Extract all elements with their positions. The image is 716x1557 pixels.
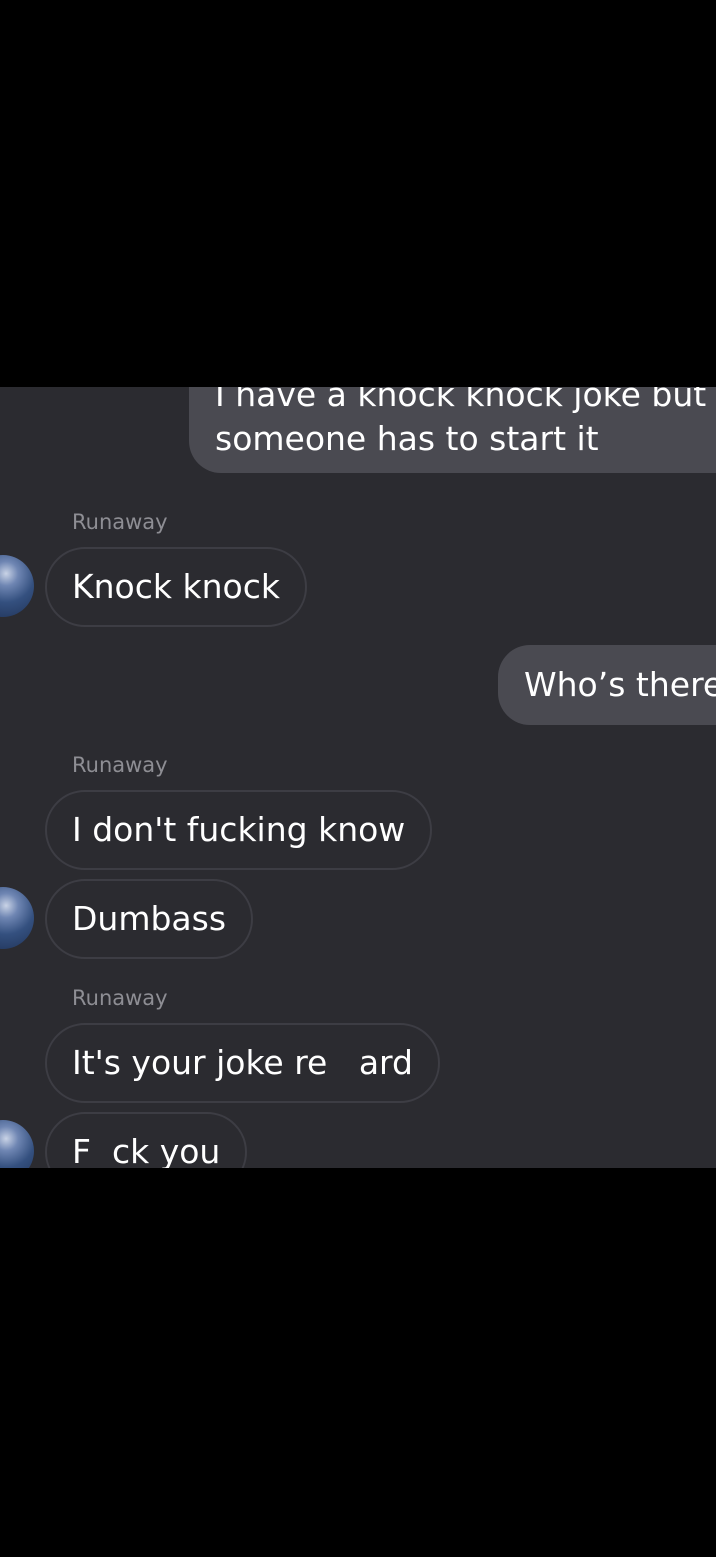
chat-thread[interactable]: I have a knock knock joke but someone ha… (0, 387, 716, 1168)
message-text: F ck you (72, 1132, 221, 1168)
message-text: Knock knock (72, 567, 280, 606)
avatar-planet-icon[interactable] (0, 555, 34, 617)
message-text: Dumbass (72, 899, 227, 938)
incoming-message[interactable]: It's your joke re ard (45, 1023, 440, 1103)
message-text: It's your joke re ard (72, 1043, 413, 1082)
outgoing-message[interactable]: I have a knock knock joke but someone ha… (189, 387, 716, 473)
message-text: I don't fucking know (72, 810, 406, 849)
incoming-message[interactable]: Dumbass (45, 879, 254, 959)
incoming-message[interactable]: Knock knock (45, 547, 307, 627)
avatar-planet-icon[interactable] (0, 887, 34, 949)
sender-name: Runaway (72, 510, 168, 534)
avatar-planet-icon[interactable] (0, 1120, 34, 1168)
message-line: I have a knock knock joke but (215, 387, 707, 414)
outgoing-message[interactable]: Who’s there (498, 645, 716, 725)
message-line: someone has to start it (215, 419, 599, 458)
screen: I have a knock knock joke but someone ha… (0, 0, 716, 1557)
message-text: Who’s there (524, 665, 716, 704)
incoming-message[interactable]: F ck you (45, 1112, 248, 1168)
sender-name: Runaway (72, 753, 168, 777)
incoming-message[interactable]: I don't fucking know (45, 790, 433, 870)
sender-name: Runaway (72, 986, 168, 1010)
